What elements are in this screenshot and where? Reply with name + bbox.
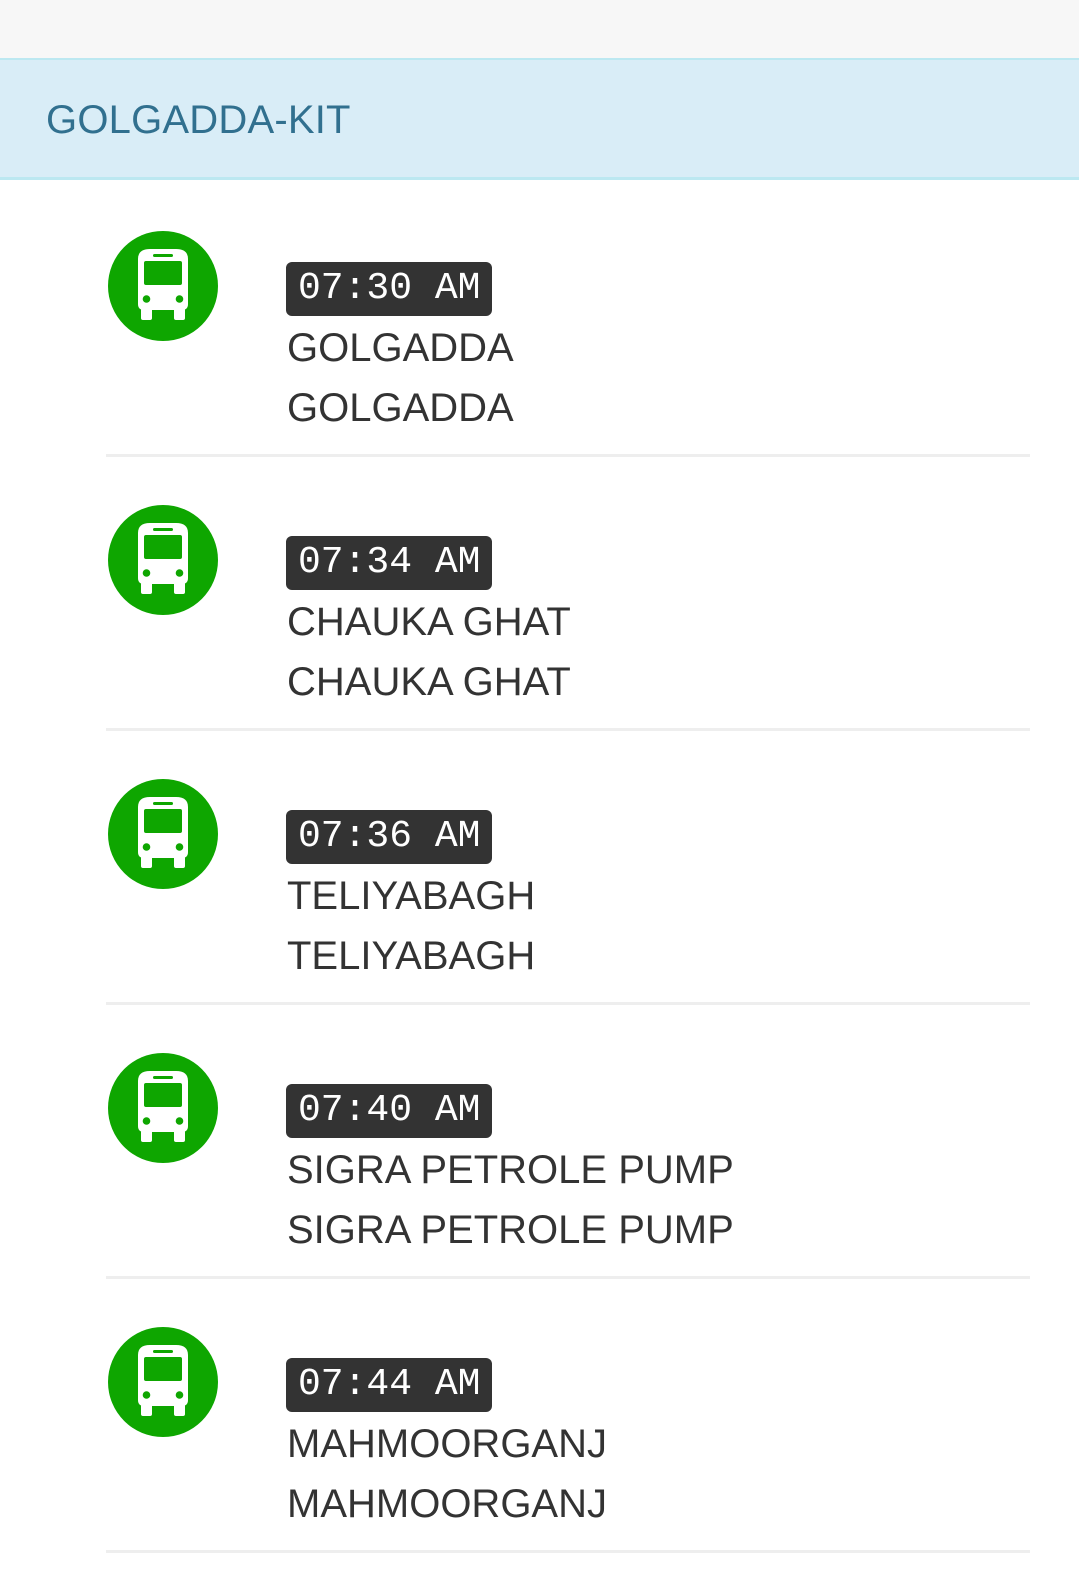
stop-item[interactable]: 07:34 AM CHAUKA GHAT CHAUKA GHAT xyxy=(106,457,1030,731)
stop-name: MAHMOORGANJ xyxy=(287,1422,607,1466)
bus-icon xyxy=(108,779,218,889)
time-badge: 07:34 AM xyxy=(286,536,493,590)
stop-subname: CHAUKA GHAT xyxy=(287,660,571,704)
stop-subname: GOLGADDA xyxy=(287,386,514,430)
route-header: GOLGADDA-KIT xyxy=(0,58,1079,180)
bus-icon xyxy=(108,1053,218,1163)
time-badge: 07:36 AM xyxy=(286,810,493,864)
stop-list: 07:30 AM GOLGADDA GOLGADDA 07:34 AM CHAU… xyxy=(106,183,1030,1553)
stop-item[interactable]: 07:44 AM MAHMOORGANJ MAHMOORGANJ xyxy=(106,1279,1030,1553)
stop-item[interactable]: 07:36 AM TELIYABAGH TELIYABAGH xyxy=(106,731,1030,1005)
top-bar xyxy=(0,0,1079,58)
stop-name: TELIYABAGH xyxy=(287,874,536,918)
stop-name: SIGRA PETROLE PUMP xyxy=(287,1148,734,1192)
stop-subname: TELIYABAGH xyxy=(287,934,536,978)
stop-name: GOLGADDA xyxy=(287,326,514,370)
bus-icon xyxy=(108,1327,218,1437)
stop-item[interactable]: 07:30 AM GOLGADDA GOLGADDA xyxy=(106,183,1030,457)
stop-subname: MAHMOORGANJ xyxy=(287,1482,607,1526)
stop-subname: SIGRA PETROLE PUMP xyxy=(287,1208,734,1252)
time-badge: 07:40 AM xyxy=(286,1084,493,1138)
route-title: GOLGADDA-KIT xyxy=(46,98,351,142)
stop-item[interactable]: 07:40 AM SIGRA PETROLE PUMP SIGRA PETROL… xyxy=(106,1005,1030,1279)
stop-name: CHAUKA GHAT xyxy=(287,600,571,644)
bus-icon xyxy=(108,231,218,341)
time-badge: 07:30 AM xyxy=(286,262,493,316)
bus-icon xyxy=(108,505,218,615)
time-badge: 07:44 AM xyxy=(286,1358,493,1412)
